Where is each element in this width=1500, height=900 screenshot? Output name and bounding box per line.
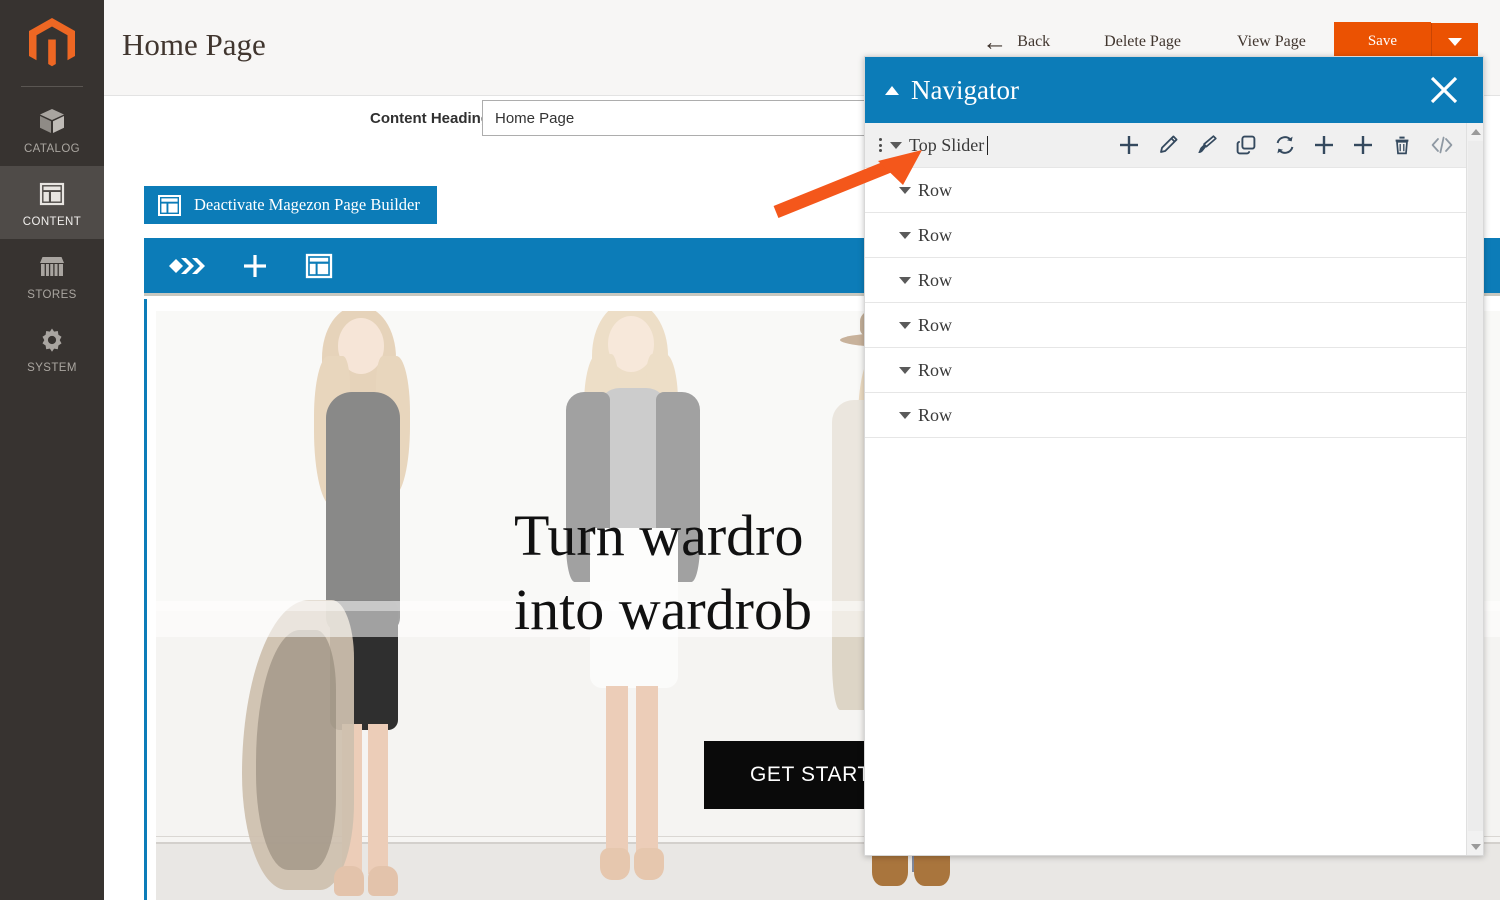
navigator-item-left: Row — [879, 315, 1454, 336]
deactivate-label: Deactivate Magezon Page Builder — [194, 195, 420, 214]
layout-icon — [157, 193, 182, 218]
navigator-item-left: Row — [879, 180, 1454, 201]
navigator-list: Top Slider Row Row Row Row Row Row — [865, 123, 1466, 855]
navigator-item-label: Row — [918, 314, 953, 335]
view-page-button[interactable]: View Page — [1209, 33, 1334, 51]
navigator-item-label: Row — [918, 269, 953, 290]
navigator-item-row[interactable]: Row — [865, 213, 1466, 258]
navigator-item-label: Row — [918, 404, 953, 425]
content-heading-label: Content Heading — [370, 110, 490, 127]
add-icon[interactable] — [1118, 134, 1140, 156]
sidebar-item-catalog[interactable]: CATALOG — [0, 93, 104, 166]
navigator-item-left: Top Slider — [879, 135, 1118, 156]
hero-headline-line2: into wardrob — [514, 577, 812, 643]
add-before-icon[interactable] — [1313, 134, 1335, 156]
navigator-item-left: Row — [879, 360, 1454, 381]
box-icon — [37, 106, 67, 136]
arrow-left-icon: ← — [982, 28, 1008, 56]
chevron-down-icon[interactable] — [899, 231, 911, 239]
chevron-down-icon — [1448, 38, 1462, 46]
sidebar-item-system[interactable]: SYSTEM — [0, 312, 104, 385]
style-icon[interactable] — [1196, 134, 1218, 156]
navigator-item-top-slider[interactable]: Top Slider — [865, 123, 1466, 168]
sidebar-item-label: STORES — [27, 289, 77, 301]
delete-icon[interactable] — [1391, 134, 1413, 156]
navigator-item-row[interactable]: Row — [865, 303, 1466, 348]
navigator-item-label: Row — [918, 359, 953, 380]
hero-headline-line1: Turn wardro — [514, 503, 804, 568]
navigator-panel: Navigator Top Slider Row Row Row Row Row… — [864, 56, 1484, 856]
sidebar-item-label: SYSTEM — [27, 362, 77, 374]
scroll-up-icon[interactable] — [1467, 123, 1483, 140]
sidebar-item-label: CONTENT — [22, 216, 82, 228]
store-icon — [37, 252, 67, 282]
navigator-item-label[interactable]: Top Slider — [909, 135, 989, 156]
navigator-item-label: Row — [918, 179, 953, 200]
hero-headline: Turn wardro into wardrob — [514, 499, 812, 647]
admin-page-builder-screen: CATALOG CONTENT STORES SYSTEM Home Page … — [0, 0, 1500, 900]
admin-sidebar: CATALOG CONTENT STORES SYSTEM — [0, 0, 104, 900]
chevron-down-icon[interactable] — [899, 366, 911, 374]
magento-logo[interactable] — [0, 0, 104, 86]
gear-icon — [37, 325, 67, 355]
duplicate-icon[interactable] — [1235, 134, 1257, 156]
navigator-item-left: Row — [879, 270, 1454, 291]
layout-icon — [37, 179, 67, 209]
drag-handle-icon[interactable] — [879, 138, 883, 152]
navigator-item-row[interactable]: Row — [865, 393, 1466, 438]
chevron-down-icon[interactable] — [899, 321, 911, 329]
chevron-down-icon[interactable] — [899, 411, 911, 419]
back-label: Back — [1017, 33, 1051, 50]
navigator-item-tools — [1118, 134, 1454, 156]
deactivate-page-builder-button[interactable]: Deactivate Magezon Page Builder — [144, 186, 437, 224]
navigator-title: Navigator — [911, 74, 1019, 105]
page-title: Home Page — [122, 27, 266, 62]
sidebar-item-content[interactable]: CONTENT — [0, 166, 104, 239]
refresh-icon[interactable] — [1274, 134, 1296, 156]
plus-icon[interactable] — [240, 251, 270, 281]
sidebar-divider — [21, 86, 83, 87]
navigator-item-left: Row — [879, 405, 1454, 426]
delete-page-button[interactable]: Delete Page — [1076, 33, 1209, 51]
layout-icon[interactable] — [304, 251, 334, 281]
add-after-icon[interactable] — [1352, 134, 1374, 156]
chevron-down-icon[interactable] — [899, 186, 911, 194]
chevron-down-icon[interactable] — [890, 141, 902, 149]
scroll-down-icon[interactable] — [1467, 838, 1483, 855]
code-icon[interactable] — [1430, 134, 1454, 156]
edit-icon[interactable] — [1157, 134, 1179, 156]
navigator-item-row[interactable]: Row — [865, 258, 1466, 303]
navigator-item-row[interactable]: Row — [865, 348, 1466, 393]
caret-up-icon[interactable] — [885, 85, 899, 95]
navigator-item-left: Row — [879, 225, 1454, 246]
navigator-header-left: Navigator — [885, 75, 1019, 106]
chevron-down-icon[interactable] — [899, 276, 911, 284]
navigator-scrollbar[interactable] — [1466, 123, 1483, 855]
navigator-header: Navigator — [865, 57, 1483, 123]
back-button[interactable]: ← Back — [982, 30, 1076, 55]
navigator-body: Top Slider Row Row Row Row Row Row — [865, 123, 1483, 855]
chevrons-icon[interactable] — [166, 249, 206, 283]
sidebar-item-label: CATALOG — [23, 143, 81, 155]
sidebar-item-stores[interactable]: STORES — [0, 239, 104, 312]
close-icon[interactable] — [1427, 73, 1461, 107]
navigator-item-row[interactable]: Row — [865, 168, 1466, 213]
navigator-item-label: Row — [918, 224, 953, 245]
scrollbar-thumb[interactable] — [1468, 141, 1483, 831]
